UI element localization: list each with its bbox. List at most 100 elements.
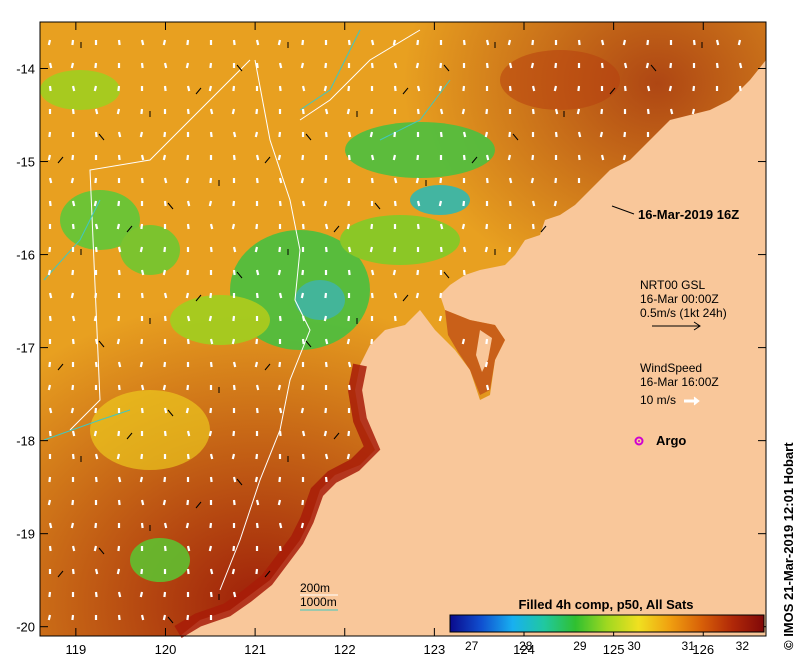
lon-tick-label: 120: [155, 642, 177, 657]
lon-tick-label: 125: [603, 642, 625, 657]
wind-vector: [600, 62, 604, 69]
wind-vector: [255, 269, 260, 276]
wind-vector: [254, 361, 259, 368]
wind-vector: [71, 315, 76, 322]
wind-vector: [47, 269, 52, 276]
wind-vector: [438, 85, 443, 92]
wind-vector: [323, 430, 328, 437]
wind-vector: [531, 200, 536, 207]
wind-vector: [186, 614, 190, 621]
wind-vector: [622, 154, 627, 161]
wind-vector: [669, 62, 673, 69]
wind-vector: [209, 338, 214, 345]
wind-vector: [324, 292, 328, 299]
wind-vector: [139, 476, 144, 483]
wind-vector: [277, 269, 282, 276]
wind-vector: [231, 223, 236, 230]
wind-vector: [93, 545, 98, 552]
wind-vector: [393, 246, 397, 253]
wind-vector: [117, 384, 121, 391]
wind-vector: [600, 154, 605, 161]
wind-vector: [163, 292, 168, 299]
wind-vector: [94, 223, 99, 230]
current-time-label: 16-Mar 00:00Z: [640, 292, 719, 306]
wind-vector: [600, 108, 604, 115]
wind-vector: [415, 177, 420, 184]
wind-vector: [599, 131, 604, 138]
wind-vector: [416, 39, 420, 46]
wind-vector: [301, 315, 306, 322]
wind-vector: [117, 39, 121, 46]
wind-vector: [415, 292, 420, 299]
wind-vector: [530, 62, 535, 69]
wind-vector: [323, 85, 328, 92]
wind-vector: [461, 223, 466, 230]
wind-vector: [140, 269, 145, 276]
wind-vector: [209, 177, 213, 184]
wind-vector: [48, 62, 53, 69]
wind-vector: [71, 200, 76, 207]
wind-vector: [301, 338, 305, 345]
colorbar-tick-label: 29: [573, 639, 587, 653]
wind-vector: [93, 200, 98, 207]
wind-vector: [231, 338, 236, 345]
wind-vector: [94, 522, 98, 529]
wind-vector: [116, 338, 121, 345]
wind-vector: [140, 177, 144, 184]
wind-vector: [255, 292, 259, 299]
wind-vector: [186, 499, 190, 506]
wind-vector: [462, 39, 466, 46]
wind-vector: [48, 361, 52, 368]
wind-vector: [117, 430, 121, 437]
wind-vector: [692, 85, 696, 92]
lat-tick-label: -14: [16, 62, 35, 77]
wind-vector: [232, 315, 236, 322]
wind-vector: [347, 361, 352, 368]
wind-vector: [116, 108, 121, 115]
wind-vector: [484, 361, 489, 368]
wind-vector: [117, 154, 121, 161]
wind-vector: [646, 108, 650, 115]
wind-vector: [208, 85, 213, 92]
wind-vector: [140, 522, 144, 529]
wind-vector: [163, 246, 167, 253]
wind-vector: [531, 39, 535, 46]
wind-vector: [117, 591, 122, 598]
wind-vector: [393, 292, 398, 299]
wind-vector: [186, 568, 190, 575]
wind-vector: [140, 154, 145, 161]
wind-vector: [461, 338, 466, 345]
wind-vector: [209, 361, 213, 368]
wind-vector: [208, 430, 213, 437]
wind-vector: [47, 499, 52, 506]
wind-vector: [185, 407, 190, 414]
wind-vector: [140, 384, 145, 391]
wind-vector: [48, 476, 52, 483]
wind-vector: [186, 200, 191, 207]
wind-title-label: WindSpeed: [640, 361, 702, 375]
wind-vector: [209, 407, 213, 414]
wind-vector: [117, 499, 121, 506]
wind-vector: [301, 384, 305, 391]
wind-vector: [324, 361, 328, 368]
wind-vector: [232, 200, 236, 207]
wind-vector: [209, 292, 213, 299]
wind-vector: [163, 522, 168, 529]
wind-vector: [232, 591, 237, 598]
wind-vector: [300, 522, 305, 529]
wind-vector: [485, 154, 490, 161]
wind-vector: [209, 223, 214, 230]
wind-vector: [508, 62, 513, 69]
wind-vector: [163, 177, 168, 184]
wind-vector: [347, 315, 351, 322]
wind-vector: [554, 62, 558, 69]
wind-vector: [185, 177, 190, 184]
wind-vector: [278, 361, 282, 368]
wind-vector: [324, 177, 328, 184]
wind-vector: [117, 476, 122, 483]
wind-vector: [71, 338, 75, 345]
wind-vector: [278, 407, 283, 414]
wind-vector: [94, 591, 98, 598]
wind-vector: [600, 39, 605, 46]
wind-vector: [117, 614, 121, 621]
